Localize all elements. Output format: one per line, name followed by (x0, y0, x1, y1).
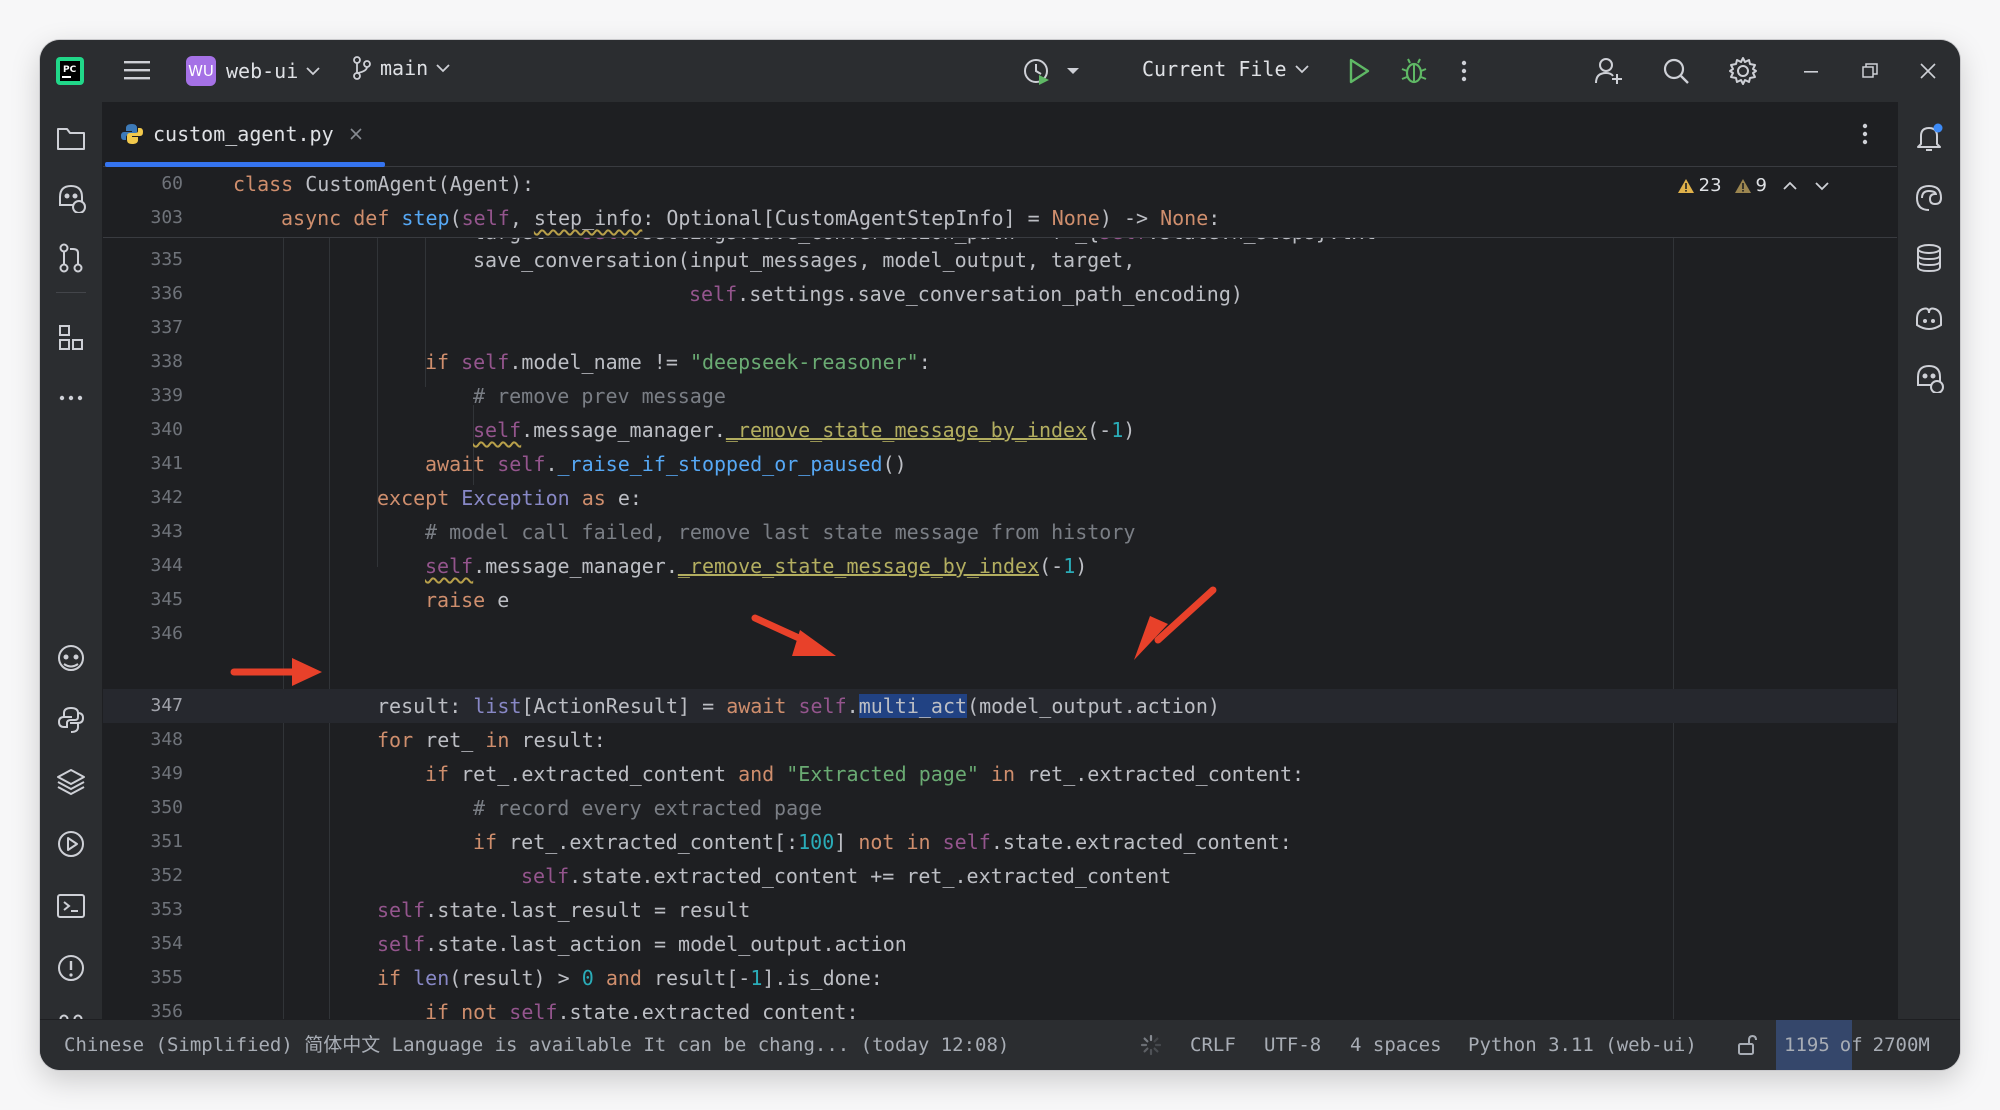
arrow-down-left-icon (1134, 586, 1217, 660)
annotation-arrows (230, 586, 1217, 686)
arrow-right-icon (230, 658, 322, 686)
arrow-down-right-icon (751, 614, 836, 656)
